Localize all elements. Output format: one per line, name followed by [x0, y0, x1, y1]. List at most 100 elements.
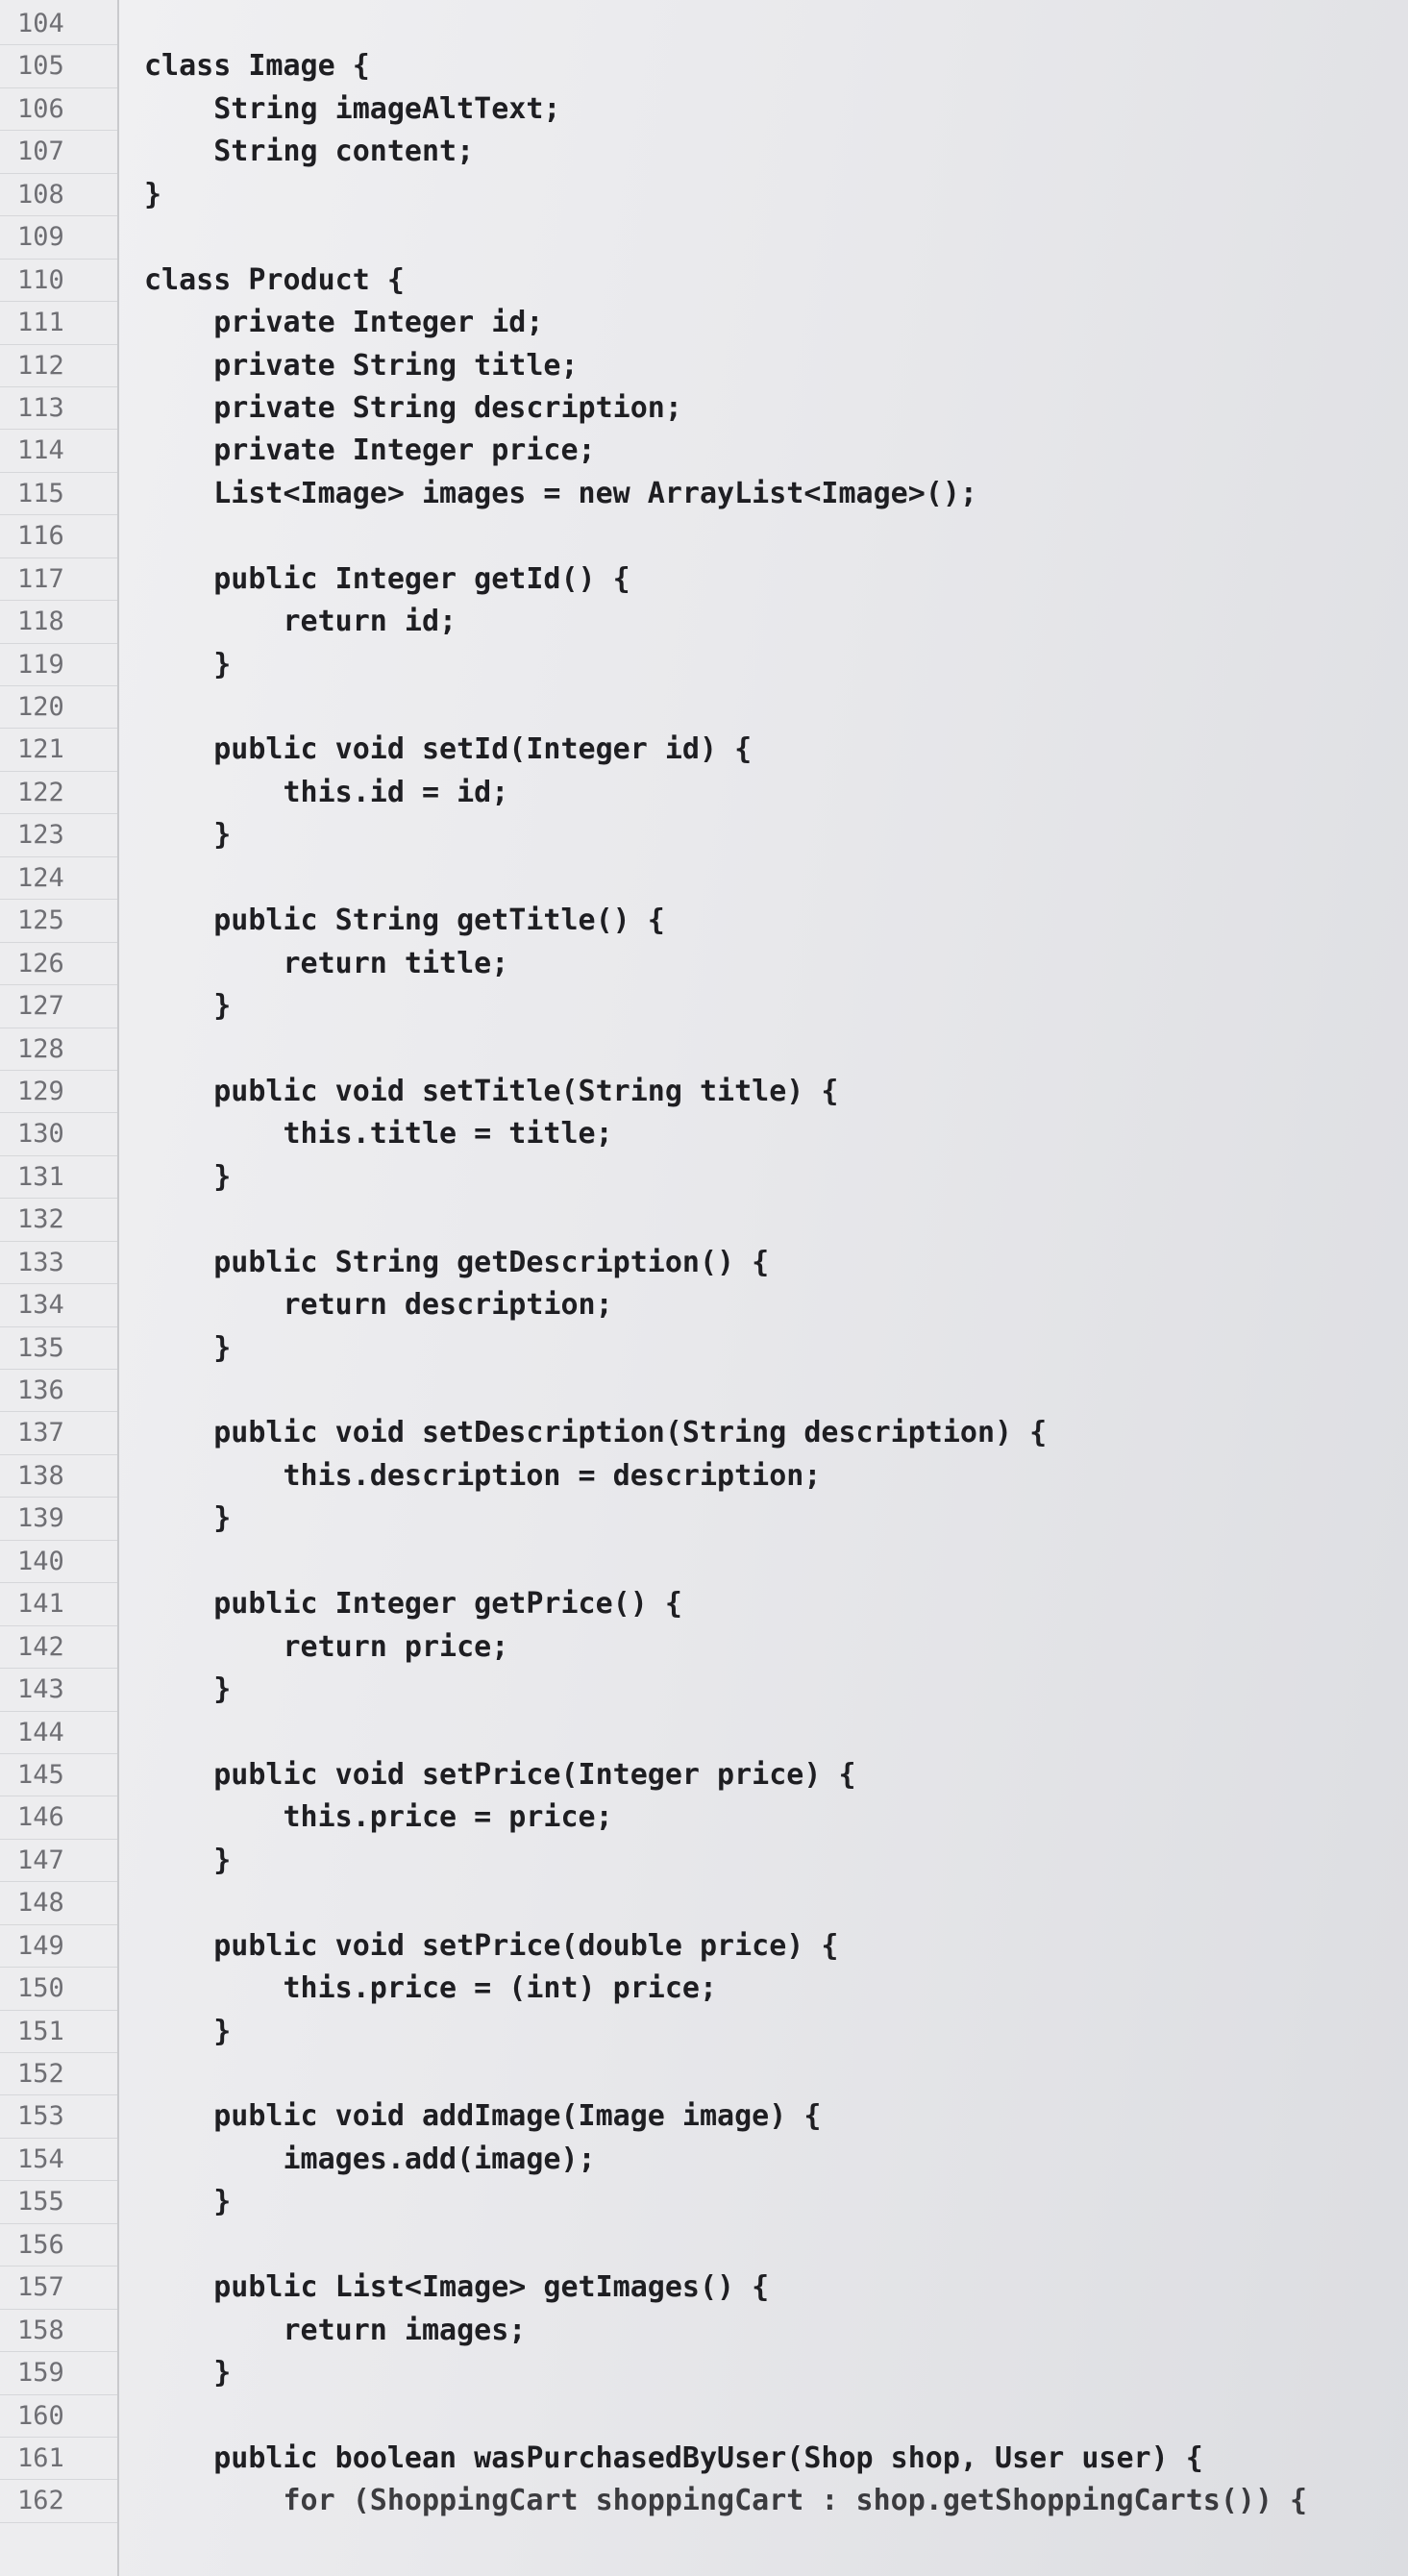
code-text[interactable]: this.price = price;	[144, 1796, 612, 1839]
code-line[interactable]: 160	[0, 2395, 1408, 2439]
code-line[interactable]: 151 }	[0, 2011, 1408, 2054]
code-text[interactable]: }	[144, 1327, 231, 1370]
code-line[interactable]: 131 }	[0, 1156, 1408, 1200]
code-line[interactable]: 130 this.title = title;	[0, 1113, 1408, 1157]
code-text[interactable]: public Integer getId() {	[144, 558, 630, 601]
code-line[interactable]: 111 private Integer id;	[0, 302, 1408, 345]
code-text[interactable]: return id;	[144, 601, 457, 643]
code-text[interactable]: public String getDescription() {	[144, 1242, 769, 1284]
code-line[interactable]: 120	[0, 686, 1408, 730]
code-line[interactable]: 142 return price;	[0, 1626, 1408, 1670]
code-text[interactable]: }	[144, 2352, 231, 2394]
code-line[interactable]: 110 class Product {	[0, 260, 1408, 303]
code-text[interactable]: }	[144, 2011, 231, 2053]
code-line[interactable]: 121 public void setId(Integer id) {	[0, 729, 1408, 773]
code-line[interactable]: 154 images.add(image);	[0, 2139, 1408, 2182]
code-text[interactable]: }	[144, 1669, 231, 1711]
code-line[interactable]: 133 public String getDescription() {	[0, 1242, 1408, 1285]
code-text[interactable]: public void setPrice(Integer price) {	[144, 1754, 855, 1796]
code-text[interactable]: private String description;	[144, 387, 682, 430]
code-text[interactable]: }	[144, 1498, 231, 1540]
code-line[interactable]: 143 }	[0, 1669, 1408, 1712]
code-text[interactable]: public String getTitle() {	[144, 900, 665, 942]
code-text[interactable]: private Integer id;	[144, 302, 543, 344]
code-line[interactable]: 146 this.price = price;	[0, 1796, 1408, 1841]
code-text[interactable]: public void addImage(Image image) {	[144, 2095, 821, 2138]
code-line[interactable]: 116	[0, 515, 1408, 559]
code-line[interactable]: 118 return id;	[0, 601, 1408, 645]
code-line[interactable]: 122 this.id = id;	[0, 772, 1408, 815]
code-line[interactable]: 136	[0, 1370, 1408, 1413]
code-line[interactable]: 119 }	[0, 644, 1408, 687]
code-line[interactable]: 156	[0, 2224, 1408, 2267]
code-text[interactable]: public void setDescription(String descri…	[144, 1412, 1047, 1454]
code-line[interactable]: 128	[0, 1028, 1408, 1072]
code-text[interactable]: String content;	[144, 131, 474, 173]
code-text[interactable]: class Product {	[144, 260, 405, 302]
code-line[interactable]: 148	[0, 1882, 1408, 1926]
code-line[interactable]: 145 public void setPrice(Integer price) …	[0, 1754, 1408, 1797]
code-line[interactable]: 158 return images;	[0, 2310, 1408, 2353]
code-line[interactable]: 135 }	[0, 1327, 1408, 1371]
code-editor[interactable]: 104 105 class Image {106 String imageAltTe…	[0, 0, 1408, 2576]
code-text[interactable]: return title;	[144, 943, 508, 985]
code-text[interactable]: String imageAltText;	[144, 88, 560, 131]
code-text[interactable]: private String title;	[144, 345, 578, 387]
code-line[interactable]: 140	[0, 1541, 1408, 1584]
code-line[interactable]: 159 }	[0, 2352, 1408, 2395]
code-text[interactable]: class Image {	[144, 45, 370, 87]
code-line[interactable]: 107 String content;	[0, 131, 1408, 175]
code-line[interactable]: 138 this.description = description;	[0, 1455, 1408, 1499]
code-text[interactable]: public List<Image> getImages() {	[144, 2266, 769, 2309]
code-line[interactable]: 126 return title;	[0, 943, 1408, 986]
code-text[interactable]: private Integer price;	[144, 430, 595, 472]
code-text[interactable]: return images;	[144, 2310, 526, 2352]
code-line[interactable]: 115 List<Image> images = new ArrayList<I…	[0, 473, 1408, 516]
code-text[interactable]: return description;	[144, 1284, 612, 1326]
code-line[interactable]: 129 public void setTitle(String title) {	[0, 1071, 1408, 1114]
code-line[interactable]: 162 for (ShoppingCart shoppingCart : sho…	[0, 2480, 1408, 2524]
code-area[interactable]: 104 105 class Image {106 String imageAltTe…	[0, 3, 1408, 2524]
code-line[interactable]: 144	[0, 1712, 1408, 1755]
code-text[interactable]: }	[144, 1840, 231, 1882]
code-text[interactable]: return price;	[144, 1626, 508, 1669]
code-line[interactable]: 124	[0, 857, 1408, 901]
code-text[interactable]: public void setTitle(String title) {	[144, 1071, 838, 1113]
code-line[interactable]: 132	[0, 1199, 1408, 1243]
code-text[interactable]: }	[144, 2181, 231, 2223]
code-line[interactable]: 139 }	[0, 1498, 1408, 1542]
code-line[interactable]: 141 public Integer getPrice() {	[0, 1583, 1408, 1627]
code-line[interactable]: 109	[0, 216, 1408, 260]
code-line[interactable]: 155 }	[0, 2181, 1408, 2225]
code-line[interactable]: 108}	[0, 174, 1408, 217]
code-line[interactable]: 134 return description;	[0, 1284, 1408, 1328]
code-text[interactable]: List<Image> images = new ArrayList<Image…	[144, 473, 977, 515]
code-line[interactable]: 112 private String title;	[0, 345, 1408, 388]
code-line[interactable]: 104	[0, 3, 1408, 46]
code-text[interactable]: public boolean wasPurchasedByUser(Shop s…	[144, 2438, 1203, 2480]
code-line[interactable]: 127 }	[0, 985, 1408, 1028]
code-line[interactable]: 123 }	[0, 814, 1408, 858]
code-line[interactable]: 114 private Integer price;	[0, 430, 1408, 474]
code-text[interactable]: public void setId(Integer id) {	[144, 729, 752, 771]
code-text[interactable]: this.description = description;	[144, 1455, 821, 1498]
code-line[interactable]: 125 public String getTitle() {	[0, 900, 1408, 944]
code-text[interactable]: }	[144, 985, 231, 1028]
code-line[interactable]: 152	[0, 2053, 1408, 2096]
code-line[interactable]: 153 public void addImage(Image image) {	[0, 2095, 1408, 2140]
code-line[interactable]: 105 class Image {	[0, 45, 1408, 89]
code-line[interactable]: 137 public void setDescription(String de…	[0, 1412, 1408, 1456]
code-line[interactable]: 113 private String description;	[0, 387, 1408, 431]
code-text[interactable]: }	[144, 814, 231, 856]
code-line[interactable]: 150 this.price = (int) price;	[0, 1968, 1408, 2012]
code-text[interactable]: }	[144, 644, 231, 686]
code-text[interactable]: for (ShoppingCart shoppingCart : shop.ge…	[144, 2480, 1307, 2522]
code-text[interactable]: }	[144, 174, 161, 216]
code-text[interactable]: this.id = id;	[144, 772, 508, 814]
code-text[interactable]: public Integer getPrice() {	[144, 1583, 682, 1625]
code-line[interactable]: 106 String imageAltText;	[0, 88, 1408, 132]
code-text[interactable]: this.title = title;	[144, 1113, 612, 1155]
code-text[interactable]: public void setPrice(double price) {	[144, 1925, 838, 1968]
code-text[interactable]: }	[144, 1156, 231, 1199]
code-line[interactable]: 161 public boolean wasPurchasedByUser(Sh…	[0, 2438, 1408, 2481]
